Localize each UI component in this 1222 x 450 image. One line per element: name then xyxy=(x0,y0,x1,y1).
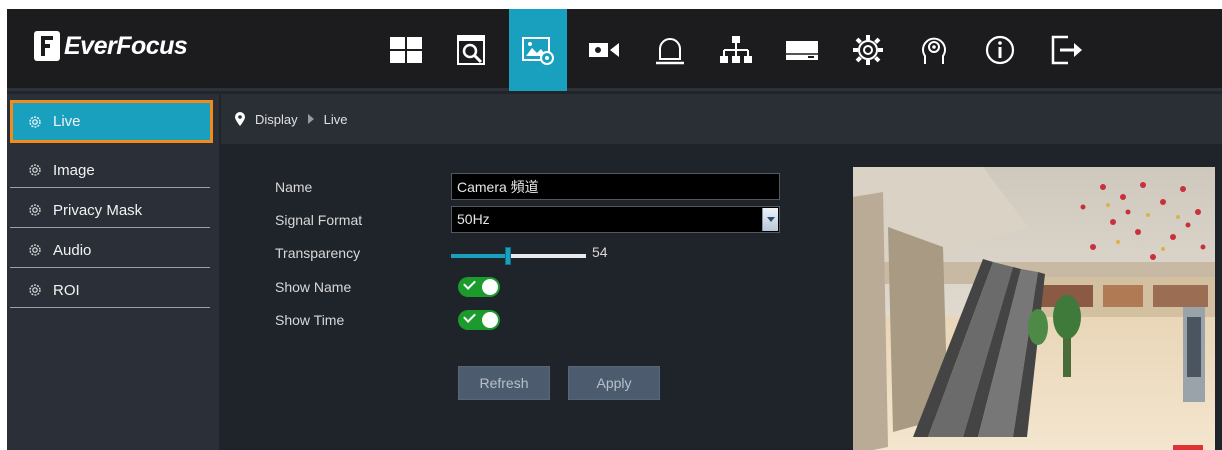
nav-record-button[interactable] xyxy=(575,9,633,91)
brand-logo: EverFocus xyxy=(34,26,188,66)
breadcrumb-parent[interactable]: Display xyxy=(255,112,298,127)
sidebar-item-label: Audio xyxy=(53,241,92,259)
signal-format-select[interactable]: 50Hz xyxy=(451,206,780,233)
location-pin-icon xyxy=(235,112,245,126)
record-camera-icon xyxy=(589,43,619,57)
sidebar-divider xyxy=(10,227,210,228)
sidebar-item-roi[interactable]: ROI xyxy=(7,271,207,309)
nav-playback-button[interactable] xyxy=(443,9,501,91)
sidebar-divider xyxy=(10,307,210,308)
sidebar-item-image[interactable]: Image xyxy=(7,151,207,189)
nav-alarm-button[interactable] xyxy=(641,9,699,91)
signal-format-label: Signal Format xyxy=(275,212,363,228)
sidebar-item-live[interactable]: Live xyxy=(10,100,213,143)
everfocus-logo-mark xyxy=(34,31,60,61)
breadcrumb: Display Live xyxy=(221,94,1222,144)
main-menu xyxy=(377,9,1103,91)
sidebar-item-label: Privacy Mask xyxy=(53,201,143,219)
nav-live-view-button[interactable] xyxy=(377,9,435,91)
live-camera-image xyxy=(853,167,1215,450)
show-name-toggle[interactable] xyxy=(458,277,500,297)
sidebar-item-label: ROI xyxy=(53,281,80,299)
breadcrumb-separator-icon xyxy=(307,114,314,124)
toggle-knob xyxy=(482,279,498,295)
gear-icon xyxy=(29,204,41,216)
app-window: EverFocus Live Image Privacy Mask Audio … xyxy=(7,9,1222,450)
signal-format-value: 50Hz xyxy=(457,211,490,227)
sidebar-divider xyxy=(10,187,210,188)
sidebar-divider xyxy=(10,267,210,268)
toggle-knob xyxy=(482,312,498,328)
display-settings-icon xyxy=(522,37,554,65)
system-gear-icon xyxy=(853,35,883,65)
nav-info-button[interactable] xyxy=(971,9,1029,91)
nav-logout-button[interactable] xyxy=(1037,9,1095,91)
nav-storage-button[interactable] xyxy=(773,9,831,91)
storage-device-icon xyxy=(786,41,818,60)
gear-icon xyxy=(29,115,41,128)
main-content: Display Live Name Signal Format 50Hz Tra… xyxy=(221,94,1222,450)
show-time-toggle[interactable] xyxy=(458,310,500,330)
slider-track-filled xyxy=(451,254,505,258)
gear-icon xyxy=(29,284,41,296)
sidebar-item-audio[interactable]: Audio xyxy=(7,231,207,269)
checkmark-icon xyxy=(463,277,476,290)
transparency-label: Transparency xyxy=(275,245,361,261)
sidebar-item-label: Live xyxy=(53,113,81,130)
slider-track-remaining xyxy=(511,254,586,258)
sidebar-item-label: Image xyxy=(53,161,95,179)
checkmark-icon xyxy=(463,310,476,323)
transparency-value: 54 xyxy=(592,244,608,260)
info-icon xyxy=(985,35,1015,65)
gear-icon xyxy=(29,244,41,256)
nav-network-button[interactable] xyxy=(707,9,765,91)
brand-name: EverFocus xyxy=(64,31,188,60)
top-navigation-bar: EverFocus xyxy=(7,9,1222,91)
network-icon xyxy=(720,36,752,63)
gear-icon xyxy=(29,164,41,176)
user-settings-icon xyxy=(922,37,946,64)
camera-preview xyxy=(853,167,1215,450)
live-view-grid-icon xyxy=(390,37,422,63)
show-time-label: Show Time xyxy=(275,312,345,328)
slider-handle[interactable] xyxy=(505,247,511,265)
settings-sidebar: Live Image Privacy Mask Audio ROI xyxy=(7,94,219,450)
nav-display-button[interactable] xyxy=(509,9,567,91)
sidebar-item-privacy-mask[interactable]: Privacy Mask xyxy=(7,191,207,229)
show-name-label: Show Name xyxy=(275,279,352,295)
playback-search-icon xyxy=(457,35,485,65)
nav-system-button[interactable] xyxy=(839,9,897,91)
refresh-button[interactable]: Refresh xyxy=(458,366,550,400)
nav-advanced-button[interactable] xyxy=(905,9,963,91)
apply-button[interactable]: Apply xyxy=(568,366,660,400)
alarm-bell-icon xyxy=(656,38,684,65)
chevron-down-icon[interactable] xyxy=(762,208,778,231)
camera-name-input[interactable] xyxy=(451,173,780,200)
logout-icon xyxy=(1051,35,1082,65)
breadcrumb-current: Live xyxy=(323,111,348,127)
name-label: Name xyxy=(275,179,313,195)
transparency-slider[interactable] xyxy=(451,247,586,265)
